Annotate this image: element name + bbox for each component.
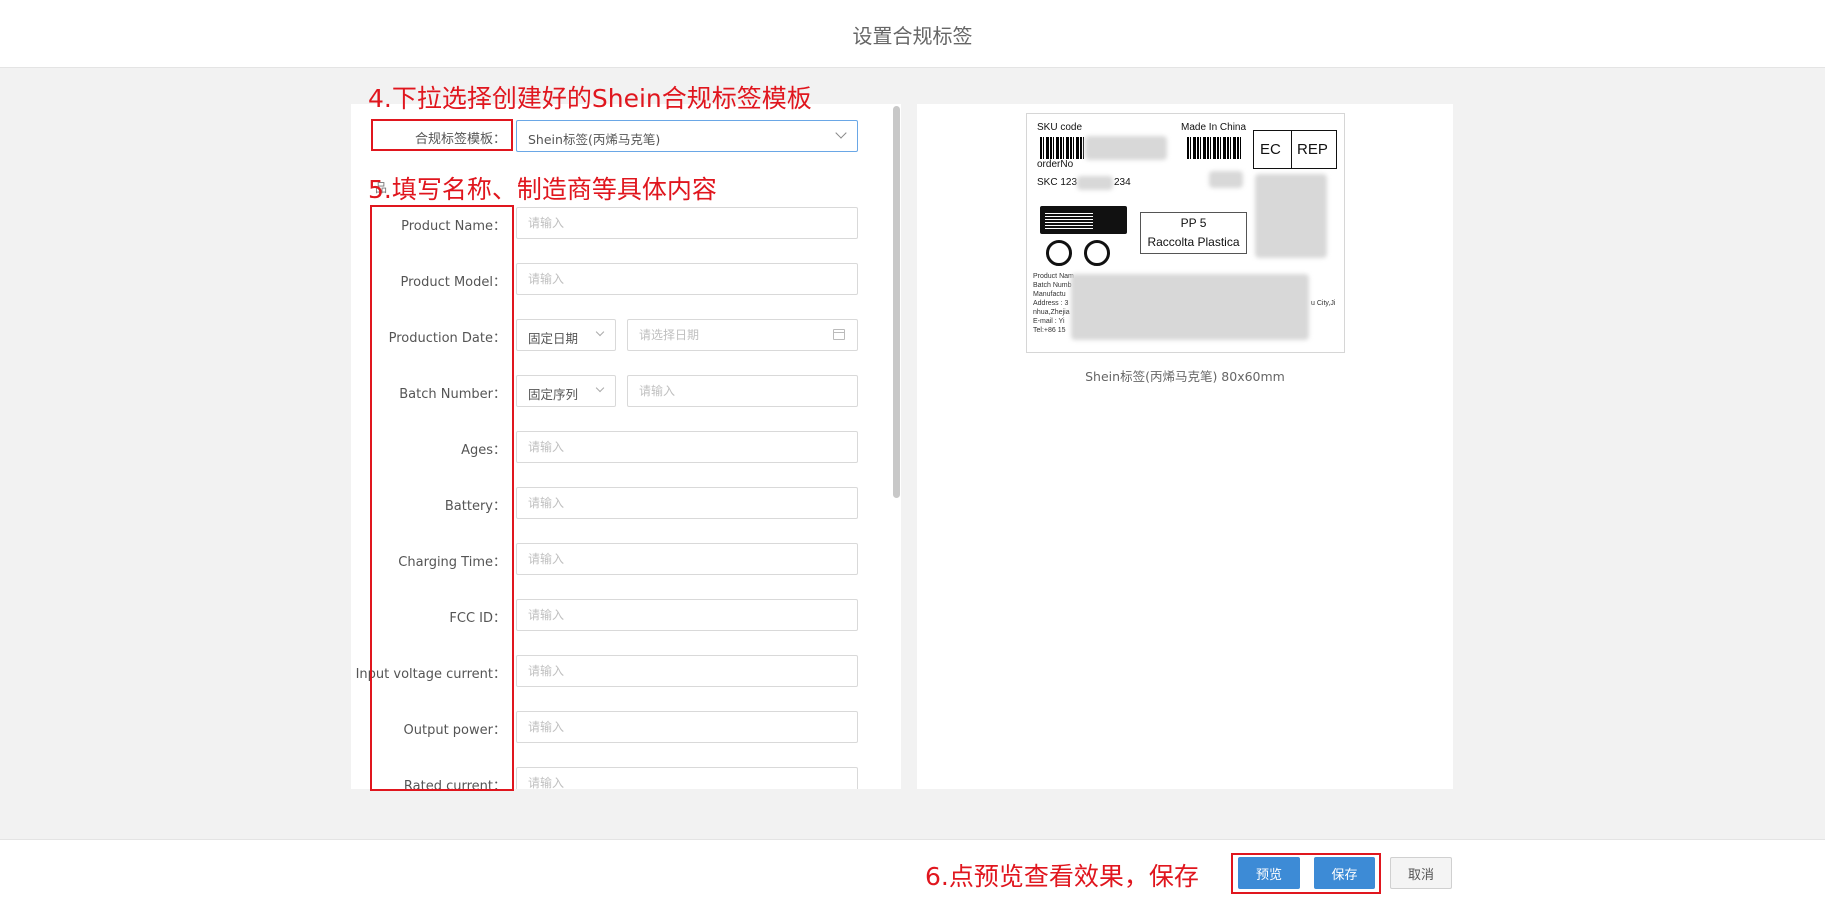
step4-highlight-box [371, 119, 513, 151]
charging-time-input[interactable] [516, 543, 858, 575]
ec-rep-box: EC REP [1253, 130, 1337, 169]
blurred-logo [1209, 171, 1243, 188]
cancel-button[interactable]: 取消 [1390, 857, 1452, 889]
small-line: E-mail : Yi [1033, 318, 1065, 325]
rated-current-input[interactable] [516, 767, 858, 789]
blurred-address [1255, 174, 1327, 258]
small-line: Product Nam [1033, 273, 1074, 280]
dialog-title: 设置合规标签 [852, 24, 973, 48]
batch-mode-value: 固定序列 [528, 387, 579, 402]
label-preview-card: SKU code Made In China orderNo SKC 123 2… [1026, 113, 1345, 353]
right-detail-text: u City,Ji [1311, 300, 1336, 307]
sku-code-text: SKU code [1037, 122, 1083, 133]
batch-mode-select[interactable]: 固定序列 [516, 375, 616, 407]
skc-prefix-text: SKC 123 [1037, 177, 1078, 188]
chevron-down-icon [835, 127, 847, 139]
order-no-text: orderNo [1037, 159, 1074, 170]
barcode-left [1040, 137, 1086, 159]
product-model-input[interactable] [516, 263, 858, 295]
recycle-icon [1084, 240, 1110, 266]
ages-input[interactable] [516, 431, 858, 463]
ec-text: EC [1260, 141, 1281, 158]
small-line: nhua,Zhejia [1033, 309, 1070, 316]
date-picker-input[interactable] [627, 319, 858, 351]
recycle-icon [1046, 240, 1072, 266]
blurred-details [1071, 274, 1309, 340]
step5-annotation: 5.填写名称、制造商等具体内容 [368, 175, 717, 204]
batch-number-input[interactable] [627, 375, 858, 407]
barcode-right [1187, 137, 1243, 159]
pp-text: PP 5 [1180, 216, 1207, 230]
date-mode-value: 固定日期 [528, 331, 579, 346]
step6-highlight-box [1231, 853, 1381, 894]
triman-logo [1040, 206, 1127, 234]
small-line: Address : 3 [1033, 300, 1069, 307]
pp-recycle-box: PP 5 Raccolta Plastica [1140, 212, 1247, 254]
battery-input[interactable] [516, 487, 858, 519]
skc-suffix-text: 234 [1114, 177, 1131, 188]
small-line: Tel:+86 15 [1033, 327, 1066, 334]
preview-panel: SKU code Made In China orderNo SKC 123 2… [917, 104, 1453, 789]
chevron-down-icon [595, 327, 605, 337]
made-in-text: Made In China [1181, 122, 1247, 133]
dialog-footer [0, 839, 1825, 901]
dialog-header: 设置合规标签 [0, 0, 1825, 68]
step6-annotation: 6.点预览查看效果，保存 [925, 862, 1199, 891]
blurred-skc [1077, 176, 1113, 190]
rep-text: REP [1297, 141, 1328, 158]
ec-rep-divider [1291, 131, 1292, 168]
preview-caption: Shein标签(丙烯马克笔) 80x60mm [1085, 369, 1285, 384]
step4-annotation: 4.下拉选择创建好的Shein合规标签模板 [368, 84, 812, 113]
blurred-sku [1085, 136, 1167, 160]
small-line: Batch Numb [1033, 282, 1072, 289]
output-power-input[interactable] [516, 711, 858, 743]
step5-highlight-box [370, 205, 514, 791]
template-select[interactable]: Shein标签(丙烯马克笔) [516, 120, 858, 152]
product-name-input[interactable] [516, 207, 858, 239]
calendar-icon [833, 329, 845, 340]
fcc-id-input[interactable] [516, 599, 858, 631]
small-line: Manufactu [1033, 291, 1066, 298]
form-scrollbar[interactable] [893, 106, 900, 498]
date-mode-select[interactable]: 固定日期 [516, 319, 616, 351]
input-voltage-input[interactable] [516, 655, 858, 687]
template-select-value: Shein标签(丙烯马克笔) [528, 132, 661, 147]
chevron-down-icon [595, 383, 605, 393]
raccolta-text: Raccolta Plastica [1147, 235, 1240, 249]
